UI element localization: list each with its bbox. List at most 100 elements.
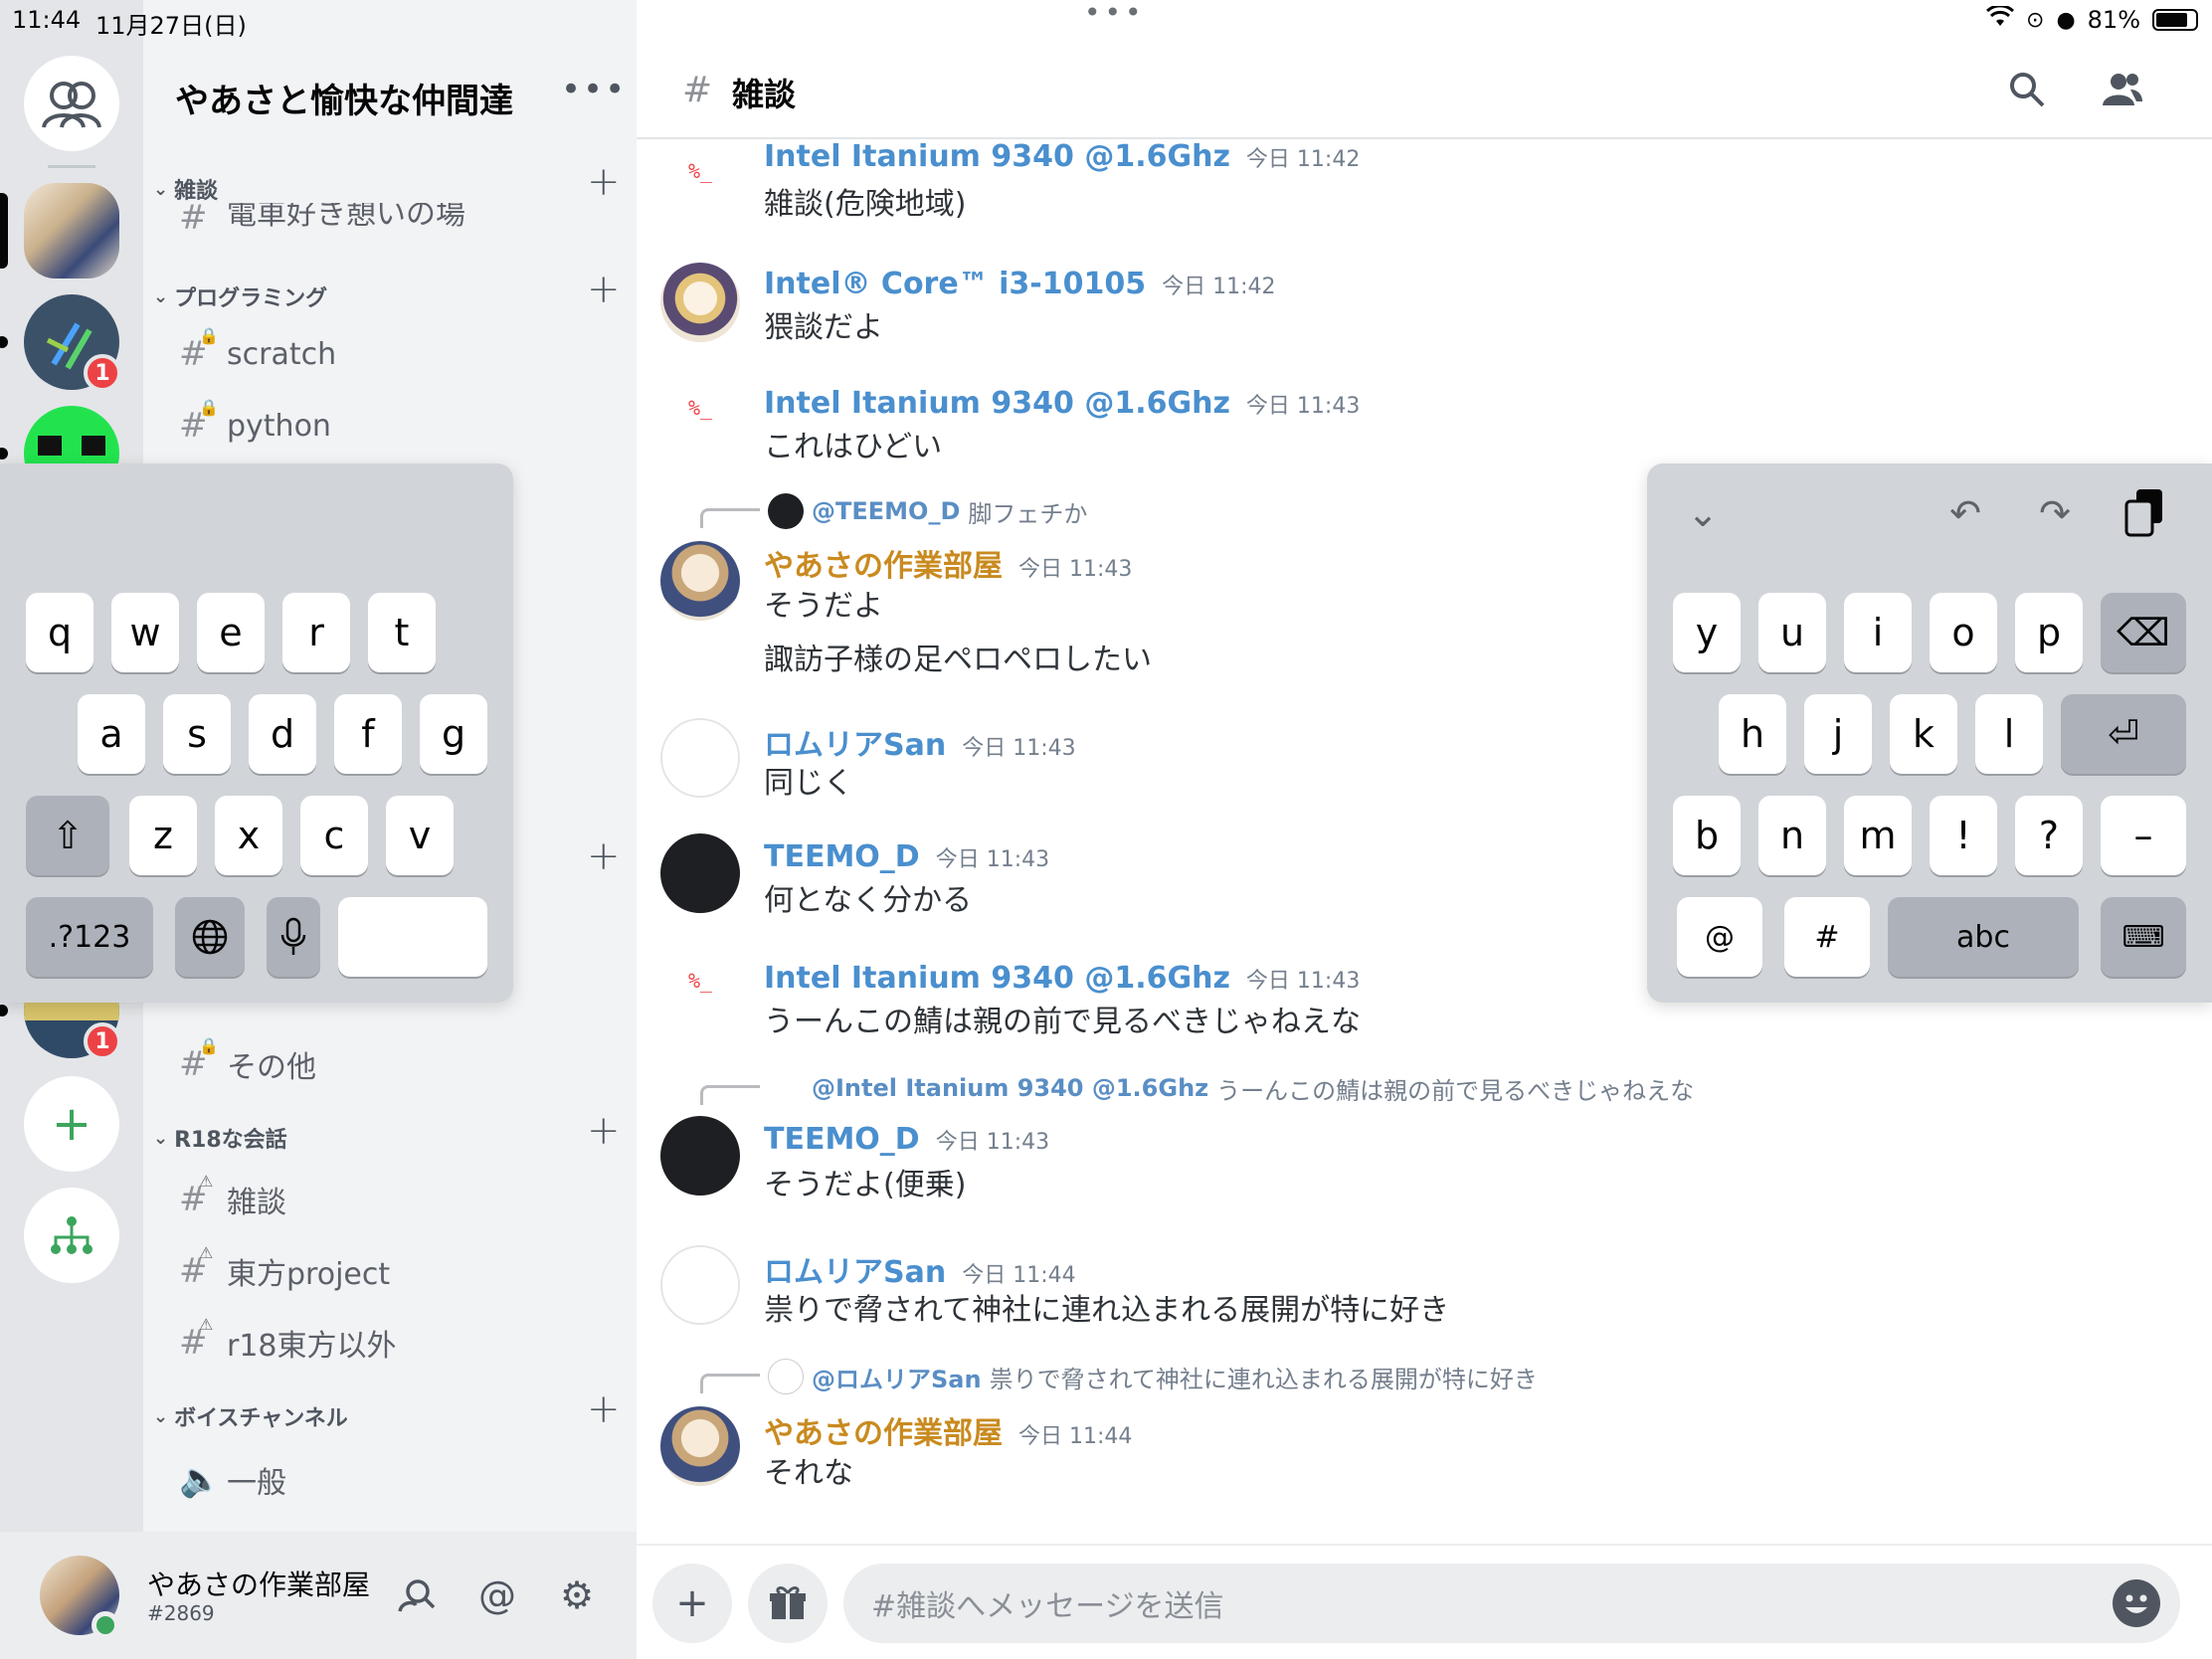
author-name[interactable]: TEEMO_D bbox=[764, 1122, 920, 1157]
message-input[interactable]: #雑談へメッセージを送信 bbox=[843, 1564, 2180, 1643]
create-channel-button[interactable]: + bbox=[587, 833, 621, 879]
create-channel-button[interactable]: + bbox=[587, 159, 621, 205]
search-members-button[interactable] bbox=[394, 1571, 442, 1619]
key-l[interactable]: l bbox=[1975, 694, 2043, 774]
redo-icon[interactable]: ↷ bbox=[2025, 483, 2085, 543]
dictation-key[interactable] bbox=[267, 897, 320, 977]
numbers-key[interactable]: .?123 bbox=[26, 897, 153, 977]
attach-button[interactable]: + bbox=[652, 1564, 732, 1643]
key-z[interactable]: z bbox=[129, 796, 197, 875]
globe-key[interactable] bbox=[175, 897, 245, 977]
reply-reference[interactable]: @TEEMO_D 脚フェチか bbox=[700, 493, 1087, 529]
key-b[interactable]: b bbox=[1673, 796, 1741, 875]
message-author[interactable]: TEEMO_D 今日 11:43 bbox=[764, 839, 1049, 874]
channel-other[interactable]: # 🔒 その他 bbox=[179, 1036, 316, 1086]
key-n[interactable]: n bbox=[1758, 796, 1826, 875]
settings-button[interactable]: ⚙ bbox=[553, 1571, 601, 1619]
key-f[interactable]: f bbox=[334, 694, 402, 774]
author-name[interactable]: Intel® Core™ i3-10105 bbox=[764, 267, 1146, 301]
channel-train[interactable]: # 電車好き憩いの場 bbox=[179, 203, 465, 233]
reply-author[interactable]: @Intel Itanium 9340 @1.6Ghz bbox=[812, 1074, 1208, 1102]
key-d[interactable]: d bbox=[249, 694, 316, 774]
author-name[interactable]: TEEMO_D bbox=[764, 839, 920, 874]
message-author[interactable]: Intel Itanium 9340 @1.6Ghz 今日 11:43 bbox=[764, 961, 1360, 996]
key-s[interactable]: s bbox=[163, 694, 231, 774]
create-channel-button[interactable]: + bbox=[587, 267, 621, 312]
author-name[interactable]: やあさの作業部屋 bbox=[764, 549, 1003, 584]
reply-author[interactable]: @TEEMO_D bbox=[812, 497, 960, 525]
author-name[interactable]: Intel Itanium 9340 @1.6Ghz bbox=[764, 139, 1230, 174]
key-question[interactable]: ? bbox=[2015, 796, 2083, 875]
member-list-button[interactable] bbox=[2095, 62, 2150, 117]
author-name[interactable]: やあさの作業部屋 bbox=[764, 1416, 1003, 1451]
key-hash[interactable]: # bbox=[1784, 897, 1870, 977]
reply-reference[interactable]: @ロムリアSan 祟りで脅されて神社に連れ込まれる展開が特に好き bbox=[700, 1359, 1538, 1394]
category-voice[interactable]: ⌄ ボイスチャンネル bbox=[153, 1400, 348, 1432]
message-author[interactable]: やあさの作業部屋 今日 11:44 bbox=[764, 1408, 1132, 1452]
add-server-button[interactable]: + bbox=[24, 1076, 119, 1172]
avatar[interactable] bbox=[660, 1245, 740, 1325]
shift-key[interactable]: ⇧ bbox=[26, 796, 109, 875]
key-g[interactable]: g bbox=[420, 694, 487, 774]
key-c[interactable]: c bbox=[300, 796, 368, 875]
avatar[interactable] bbox=[660, 1116, 740, 1196]
create-channel-button[interactable]: + bbox=[587, 1108, 621, 1154]
server-yaasa[interactable] bbox=[24, 183, 119, 278]
key-e[interactable]: e bbox=[197, 593, 265, 672]
paste-icon[interactable] bbox=[2115, 483, 2174, 543]
search-button[interactable] bbox=[1999, 62, 2055, 117]
avatar[interactable] bbox=[660, 718, 740, 798]
key-p[interactable]: p bbox=[2015, 593, 2083, 672]
avatar[interactable]: %_ bbox=[660, 959, 740, 1038]
message-author[interactable]: Intel® Core™ i3-10105 今日 11:42 bbox=[764, 267, 1276, 301]
mentions-button[interactable]: @ bbox=[473, 1571, 521, 1619]
abc-key[interactable]: abc bbox=[1888, 897, 2079, 977]
key-y[interactable]: y bbox=[1673, 593, 1741, 672]
channel-voice-general[interactable]: 🔈 一般 bbox=[179, 1458, 286, 1502]
delete-key[interactable]: ⌫ bbox=[2101, 593, 2186, 672]
return-key[interactable]: ⏎ bbox=[2061, 694, 2186, 774]
key-h[interactable]: h bbox=[1719, 694, 1786, 774]
key-at[interactable]: @ bbox=[1677, 897, 1762, 977]
key-a[interactable]: a bbox=[78, 694, 145, 774]
explore-servers-button[interactable] bbox=[24, 1188, 119, 1283]
category-r18[interactable]: ⌄ R18な会話 bbox=[153, 1122, 287, 1154]
channel-python[interactable]: # 🔒 python bbox=[179, 398, 331, 446]
avatar[interactable] bbox=[660, 541, 740, 621]
message-author[interactable]: やあさの作業部屋 今日 11:43 bbox=[764, 541, 1132, 585]
reply-reference[interactable]: @Intel Itanium 9340 @1.6Ghz うーんこの鯖は親の前で見… bbox=[700, 1070, 1694, 1106]
avatar[interactable]: %_ bbox=[660, 386, 740, 465]
direct-messages-button[interactable] bbox=[24, 56, 119, 151]
category-chat[interactable]: ⌄ 雑談 bbox=[153, 173, 218, 205]
space-key[interactable] bbox=[338, 897, 487, 977]
message-author[interactable]: Intel Itanium 9340 @1.6Ghz 今日 11:43 bbox=[764, 386, 1360, 421]
category-programming[interactable]: ⌄ プログラミング bbox=[153, 280, 327, 312]
key-t[interactable]: t bbox=[368, 593, 436, 672]
key-x[interactable]: x bbox=[215, 796, 282, 875]
avatar[interactable] bbox=[660, 833, 740, 913]
collapse-keyboard-icon[interactable]: ⌄ bbox=[1673, 483, 1733, 543]
channel-r18-touhou[interactable]: # ⚠ 東方project bbox=[179, 1243, 390, 1293]
key-exclamation[interactable]: ! bbox=[1930, 796, 1997, 875]
guild-name[interactable]: やあさと愉快な仲間達 bbox=[175, 74, 513, 122]
channel-scratch[interactable]: # 🔒 scratch bbox=[179, 326, 336, 374]
key-dash[interactable]: – bbox=[2101, 796, 2186, 875]
gift-button[interactable] bbox=[748, 1564, 828, 1643]
message-author[interactable]: TEEMO_D 今日 11:43 bbox=[764, 1122, 1049, 1157]
channel-r18-chat[interactable]: # ⚠ 雑談 bbox=[179, 1172, 286, 1221]
avatar[interactable]: %_ bbox=[660, 149, 740, 229]
key-q[interactable]: q bbox=[26, 593, 93, 672]
avatar[interactable] bbox=[660, 1406, 740, 1486]
key-w[interactable]: w bbox=[111, 593, 179, 672]
key-u[interactable]: u bbox=[1758, 593, 1826, 672]
key-i[interactable]: i bbox=[1844, 593, 1912, 672]
key-o[interactable]: o bbox=[1930, 593, 1997, 672]
key-m[interactable]: m bbox=[1844, 796, 1912, 875]
reply-author[interactable]: @ロムリアSan bbox=[812, 1360, 982, 1394]
key-k[interactable]: k bbox=[1890, 694, 1957, 774]
channel-r18-other[interactable]: # ⚠ r18東方以外 bbox=[179, 1315, 397, 1365]
author-name[interactable]: Intel Itanium 9340 @1.6Ghz bbox=[764, 386, 1230, 421]
create-channel-button[interactable]: + bbox=[587, 1386, 621, 1432]
key-v[interactable]: v bbox=[386, 796, 454, 875]
multitasking-dots[interactable]: ••• bbox=[1084, 0, 1146, 29]
